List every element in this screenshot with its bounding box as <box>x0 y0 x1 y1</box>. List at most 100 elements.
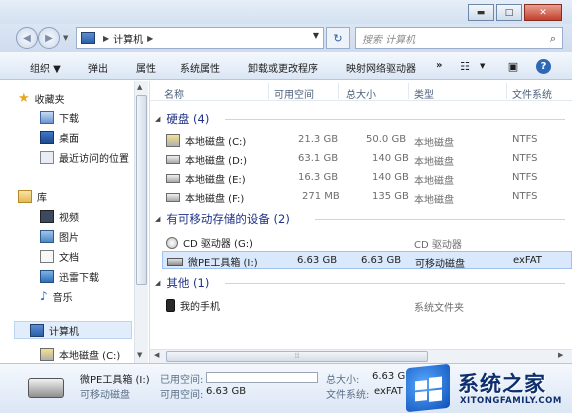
nav-favorites[interactable]: ★ 收藏夹 <box>18 89 65 107</box>
properties-button[interactable]: 属性 <box>136 60 156 75</box>
table-row[interactable]: 我的手机 系统文件夹 <box>162 296 572 314</box>
search-placeholder: 搜索 计算机 <box>362 34 416 46</box>
scroll-right-icon[interactable]: ▶ <box>558 351 563 359</box>
nav-xunlei[interactable]: 迅雷下载 <box>40 267 99 285</box>
cd-drive-icon <box>166 236 178 249</box>
command-bar: 组织 ▼ 弹出 属性 系统属性 卸载或更改程序 映射网络驱动器 » ☷ ▼ ▣ … <box>0 52 572 80</box>
view-options-icon[interactable]: ☷ <box>456 57 474 75</box>
file-list: 名称 可用空间 总大小 类型 文件系统 ◢ 硬盘 (4) 本地磁盘 (C:) 2… <box>150 81 572 349</box>
scroll-up-icon[interactable]: ▲ <box>137 83 142 91</box>
address-bar[interactable]: ▶ 计算机 ▶ ▼ <box>76 27 324 49</box>
column-name[interactable]: 名称 <box>164 86 184 101</box>
details-fs-label: 文件系统: <box>326 390 370 401</box>
watermark-title: 系统之家 <box>458 372 546 396</box>
drive-name: 本地磁盘 (F:) <box>185 194 245 205</box>
details-used-label: 已用空间: <box>160 375 204 386</box>
nav-videos[interactable]: 视频 <box>40 207 79 225</box>
table-row[interactable]: CD 驱动器 (G:) CD 驱动器 <box>162 233 572 251</box>
nav-local-c[interactable]: 本地磁盘 (C:) <box>40 345 120 363</box>
search-icon[interactable]: ⌕ <box>550 32 556 46</box>
hard-drive-icon <box>166 155 180 164</box>
table-row[interactable]: 本地磁盘 (D:) 63.1 GB 140 GB 本地磁盘 NTFS <box>162 150 572 168</box>
drive-fs: NTFS <box>512 153 538 164</box>
group-hard-drives[interactable]: ◢ 硬盘 (4) <box>155 110 565 128</box>
title-bar: ▬ □ ✕ <box>0 0 572 24</box>
drive-type: 本地磁盘 <box>414 176 454 187</box>
group-removable-storage[interactable]: ◢ 有可移动存储的设备 (2) <box>155 210 565 228</box>
system-properties-button[interactable]: 系统属性 <box>180 60 220 75</box>
chevron-right-icon[interactable]: ▶ <box>103 34 109 43</box>
eject-button[interactable]: 弹出 <box>88 60 108 75</box>
desktop-icon <box>40 130 54 144</box>
maximize-button[interactable]: □ <box>496 4 522 21</box>
preview-pane-icon[interactable]: ▣ <box>504 57 522 75</box>
navigation-pane: ★ 收藏夹 下载 桌面 最近访问的位置 库 视频 图片 文档 迅雷下载 ♪ 音乐 计… <box>0 81 150 363</box>
group-other[interactable]: ◢ 其他 (1) <box>155 274 565 292</box>
details-fs-value: exFAT <box>374 386 403 397</box>
scroll-down-icon[interactable]: ▼ <box>137 351 142 359</box>
more-commands-button[interactable]: » <box>436 60 442 71</box>
details-free-value: 6.63 GB <box>206 386 247 397</box>
refresh-button[interactable]: ↻ <box>326 27 350 49</box>
table-row-selected[interactable]: 微PE工具箱 (I:) 6.63 GB 6.63 GB 可移动磁盘 exFAT <box>162 251 572 270</box>
help-icon[interactable]: ? <box>536 59 551 74</box>
details-type: 可移动磁盘 <box>80 390 130 401</box>
nav-label: 文档 <box>59 252 79 264</box>
collapse-icon[interactable]: ◢ <box>155 215 160 223</box>
view-dropdown-icon[interactable]: ▼ <box>480 62 485 70</box>
item-name: 我的手机 <box>180 302 220 313</box>
nav-scrollbar[interactable]: ▲ ▼ <box>134 81 148 363</box>
uninstall-button[interactable]: 卸载或更改程序 <box>248 60 318 75</box>
column-total[interactable]: 总大小 <box>346 86 376 101</box>
drive-free: 6.63 GB <box>297 255 338 266</box>
nav-recent[interactable]: 最近访问的位置 <box>40 148 129 166</box>
organize-button[interactable]: 组织 ▼ <box>30 60 61 75</box>
drive-total: 140 GB <box>372 153 409 164</box>
column-free[interactable]: 可用空间 <box>274 86 314 101</box>
drive-type: CD 驱动器 <box>414 240 462 251</box>
drive-fs: NTFS <box>512 134 538 145</box>
breadcrumb-computer[interactable]: 计算机 <box>113 31 143 46</box>
collapse-icon[interactable]: ◢ <box>155 279 160 287</box>
drive-type: 本地磁盘 <box>414 157 454 168</box>
column-filesystem[interactable]: 文件系统 <box>512 86 552 101</box>
download-folder-icon <box>40 269 54 283</box>
nav-label: 视频 <box>59 212 79 224</box>
item-type: 系统文件夹 <box>414 303 464 314</box>
library-icon <box>18 189 32 203</box>
nav-desktop[interactable]: 桌面 <box>40 128 79 146</box>
nav-downloads[interactable]: 下载 <box>40 108 79 126</box>
nav-libraries[interactable]: 库 <box>18 187 47 205</box>
drive-total: 140 GB <box>372 172 409 183</box>
search-input[interactable]: 搜索 计算机 ⌕ <box>355 27 563 49</box>
map-network-drive-button[interactable]: 映射网络驱动器 <box>346 60 416 75</box>
nav-pictures[interactable]: 图片 <box>40 227 79 245</box>
nav-computer[interactable]: 计算机 <box>30 321 79 339</box>
drive-fs: NTFS <box>512 172 538 183</box>
system-drive-icon <box>40 347 54 361</box>
scroll-thumb[interactable]: ⦙⦙⦙ <box>166 351 428 362</box>
table-row[interactable]: 本地磁盘 (F:) 271 MB 135 GB 本地磁盘 NTFS <box>162 188 572 206</box>
drive-name: CD 驱动器 (G:) <box>183 239 253 250</box>
nav-documents[interactable]: 文档 <box>40 247 79 265</box>
table-row[interactable]: 本地磁盘 (C:) 21.3 GB 50.0 GB 本地磁盘 NTFS <box>162 131 572 149</box>
horizontal-scrollbar[interactable]: ◀ ⦙⦙⦙ ▶ <box>150 349 572 363</box>
collapse-icon[interactable]: ◢ <box>155 115 160 123</box>
back-button[interactable]: ◀ <box>16 27 38 49</box>
nav-label: 音乐 <box>52 292 73 304</box>
history-dropdown-icon[interactable]: ▼ <box>63 34 68 42</box>
close-button[interactable]: ✕ <box>524 4 562 21</box>
chevron-right-icon[interactable]: ▶ <box>147 34 153 43</box>
column-type[interactable]: 类型 <box>414 86 434 101</box>
star-icon: ★ <box>18 90 30 106</box>
table-row[interactable]: 本地磁盘 (E:) 16.3 GB 140 GB 本地磁盘 NTFS <box>162 169 572 187</box>
back-arrow-icon: ◀ <box>23 32 31 44</box>
nav-music[interactable]: ♪ 音乐 <box>40 287 73 305</box>
minimize-button[interactable]: ▬ <box>468 4 494 21</box>
drive-name: 本地磁盘 (C:) <box>185 137 247 148</box>
forward-button[interactable]: ▶ <box>38 27 60 49</box>
address-dropdown-icon[interactable]: ▼ <box>313 31 319 40</box>
drive-total: 6.63 GB <box>361 255 402 266</box>
scroll-thumb[interactable] <box>136 95 147 285</box>
scroll-left-icon[interactable]: ◀ <box>154 351 159 359</box>
